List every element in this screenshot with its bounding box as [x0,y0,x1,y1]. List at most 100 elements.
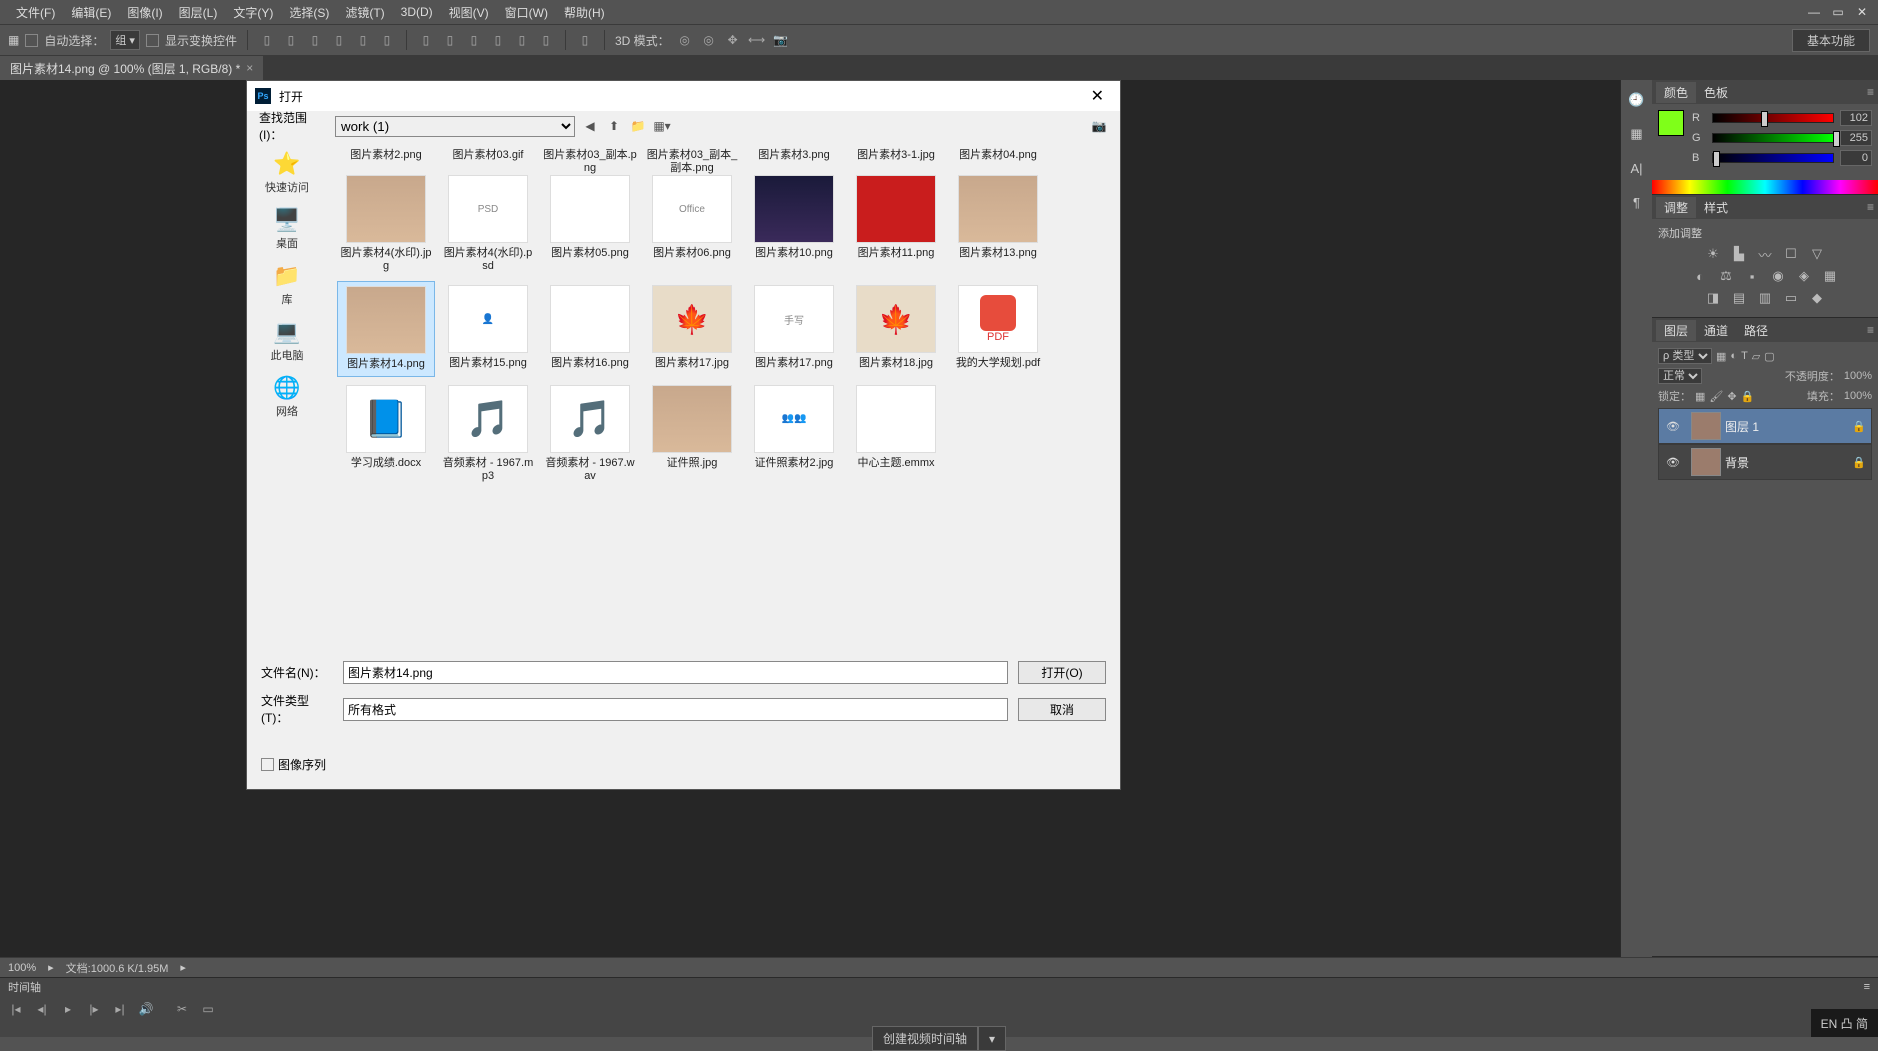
distribute-icon-6[interactable]: ▯ [537,31,555,49]
g-value[interactable]: 255 [1840,130,1872,146]
menu-view[interactable]: 视图(V) [441,4,497,21]
tab-adjustments[interactable]: 调整 [1656,197,1696,218]
tab-paths[interactable]: 路径 [1736,320,1776,341]
curves-icon[interactable]: 〰 [1756,245,1774,263]
paragraph-panel-icon[interactable]: ¶ [1627,192,1647,212]
doc-info-menu-icon[interactable]: ▸ [180,961,186,974]
open-button[interactable]: 打开(O) [1018,661,1106,684]
menu-3d[interactable]: 3D(D) [393,5,441,19]
workspace-switcher[interactable]: 基本功能 [1792,29,1870,52]
3d-orbit-icon[interactable]: ◎ [676,31,694,49]
file-item[interactable]: 图片素材03_副本.png [541,145,639,167]
balance-icon[interactable]: ⚖ [1717,267,1735,285]
document-tab[interactable]: 图片素材14.png @ 100% (图层 1, RGB/8) * × [0,56,263,81]
panel-menu-icon[interactable]: ≡ [1867,200,1874,214]
tab-styles[interactable]: 样式 [1696,197,1736,218]
file-item[interactable]: 图片素材3.png [745,145,843,167]
tab-channels[interactable]: 通道 [1696,320,1736,341]
distribute-icon-4[interactable]: ▯ [489,31,507,49]
3d-slide-icon[interactable]: ⟷ [748,31,766,49]
fill-value[interactable]: 100% [1844,390,1872,402]
file-item[interactable]: 图片素材10.png [745,171,843,277]
r-slider[interactable] [1712,113,1834,123]
channel-mixer-icon[interactable]: ◈ [1795,267,1813,285]
visibility-icon[interactable]: 👁 [1659,456,1687,469]
doc-info[interactable]: 文档:1000.6 K/1.95M [66,960,169,976]
file-item[interactable]: 图片素材4(水印).jpg [337,171,435,277]
menu-file[interactable]: 文件(F) [8,4,63,21]
blend-mode-select[interactable]: 正常 [1658,368,1702,384]
sidebar-place-item[interactable]: 📁库 [257,259,317,311]
exposure-icon[interactable]: ☐ [1782,245,1800,263]
file-item[interactable]: 图片素材17.jpg [643,281,741,376]
distribute-icon-3[interactable]: ▯ [465,31,483,49]
distribute-icon-1[interactable]: ▯ [417,31,435,49]
tab-close-icon[interactable]: × [246,61,253,75]
filter-shape-icon[interactable]: ▱ [1752,350,1760,363]
audio-icon[interactable]: 🔊 [138,1002,154,1016]
next-frame-icon[interactable]: |▸ [86,1002,102,1016]
gradient-map-icon[interactable]: ▭ [1782,289,1800,307]
prev-frame-icon[interactable]: ◂| [34,1002,50,1016]
file-item[interactable]: 图片素材03.gif [439,145,537,167]
align-icon-3[interactable]: ▯ [306,31,324,49]
file-item[interactable]: 👤图片素材15.png [439,281,537,376]
align-icon-4[interactable]: ▯ [330,31,348,49]
close-icon[interactable]: ✕ [1854,4,1870,20]
file-item[interactable]: 图片素材16.png [541,281,639,376]
lock-pixels-icon[interactable]: 🖌 [1709,390,1723,403]
auto-select-dropdown[interactable]: 组 ▾ [110,30,140,50]
last-frame-icon[interactable]: ▸| [112,1002,128,1016]
layer-row[interactable]: 👁 背景 🔒 [1658,444,1872,480]
history-panel-icon[interactable]: 🕘 [1627,90,1647,110]
align-icon-2[interactable]: ▯ [282,31,300,49]
hue-icon[interactable]: ◐ [1691,267,1709,285]
b-slider[interactable] [1712,153,1834,163]
file-item[interactable]: PSD图片素材4(水印).psd [439,171,537,277]
file-item[interactable]: 图片素材3-1.jpg [847,145,945,167]
move-tool-icon[interactable]: ▦ [8,33,19,47]
filter-smart-icon[interactable]: ▢ [1764,350,1774,363]
menu-help[interactable]: 帮助(H) [556,4,613,21]
character-panel-icon[interactable]: A| [1627,158,1647,178]
menu-select[interactable]: 选择(S) [281,4,337,21]
show-transform-checkbox[interactable] [146,34,159,47]
back-icon[interactable]: ◀ [581,117,599,135]
visibility-icon[interactable]: 👁 [1659,420,1687,433]
filename-input[interactable]: 图片素材14.png [343,661,1008,684]
tab-swatches[interactable]: 色板 [1696,82,1736,103]
filter-type-icon[interactable]: T [1741,350,1748,362]
ime-indicator[interactable]: EN 凸 简 [1821,1015,1868,1032]
color-spectrum[interactable] [1652,180,1878,194]
file-item[interactable]: 图片素材2.png [337,145,435,167]
lock-transparency-icon[interactable]: ▦ [1695,390,1705,403]
menu-edit[interactable]: 编辑(E) [63,4,119,21]
layer-thumbnail[interactable] [1691,412,1721,440]
filetype-dropdown[interactable]: 所有格式 [343,698,1008,721]
tab-layers[interactable]: 图层 [1656,320,1696,341]
tab-color[interactable]: 颜色 [1656,82,1696,103]
threshold-icon[interactable]: ▥ [1756,289,1774,307]
minimize-icon[interactable]: — [1806,4,1822,20]
align-icon-5[interactable]: ▯ [354,31,372,49]
camera-icon[interactable]: 📷 [1090,117,1108,135]
file-item[interactable]: 图片素材05.png [541,171,639,277]
auto-align-icon[interactable]: ▯ [576,31,594,49]
menu-layer[interactable]: 图层(L) [171,4,226,21]
levels-icon[interactable]: ▙ [1730,245,1748,263]
transition-icon[interactable]: ▭ [200,1002,216,1016]
menu-window[interactable]: 窗口(W) [497,4,556,21]
brightness-icon[interactable]: ☀ [1704,245,1722,263]
file-item[interactable]: 🎵音频素材 - 1967.mp3 [439,381,537,487]
file-item[interactable]: 🎵音频素材 - 1967.wav [541,381,639,487]
first-frame-icon[interactable]: |◂ [8,1002,24,1016]
play-icon[interactable]: ▸ [60,1002,76,1016]
new-folder-icon[interactable]: 📁 [629,117,647,135]
distribute-icon-5[interactable]: ▯ [513,31,531,49]
dialog-close-icon[interactable]: ✕ [1083,86,1112,106]
filter-adjust-icon[interactable]: ◐ [1730,350,1737,362]
3d-roll-icon[interactable]: ◎ [700,31,718,49]
sidebar-place-item[interactable]: 🌐网络 [257,371,317,423]
lock-all-icon[interactable]: 🔒 [1741,390,1755,403]
layer-row[interactable]: 👁 图层 1 🔒 [1658,408,1872,444]
